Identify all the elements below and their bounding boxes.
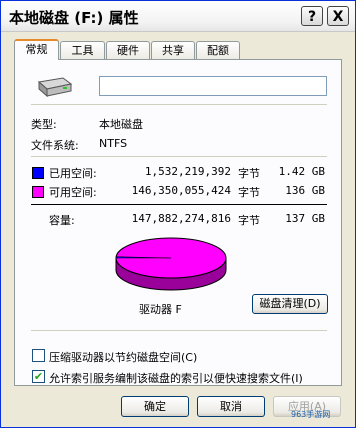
used-space-unit: 字节 <box>238 167 260 180</box>
capacity-unit: 字节 <box>238 214 260 227</box>
tab-tools[interactable]: 工具 <box>60 41 105 59</box>
free-space-bytes: 146,350,055,424 <box>131 184 231 197</box>
tab-general[interactable]: 常规 <box>14 39 59 60</box>
watermark: 963手游网 <box>291 410 331 419</box>
title-bar[interactable]: 本地磁盘 (F:) 属性 ? X <box>1 1 355 32</box>
capacity-bytes: 147,882,274,816 <box>131 212 231 225</box>
disk-cleanup-button[interactable]: 磁盘清理(D) <box>252 294 328 314</box>
used-space-bytes: 1,532,219,392 <box>144 165 231 178</box>
capacity-label: 容量: <box>49 214 75 227</box>
close-button[interactable]: X <box>327 6 349 26</box>
free-space-unit: 字节 <box>238 186 260 199</box>
check-mark-icon: ✔ <box>33 370 44 383</box>
type-value: 本地磁盘 <box>99 118 143 131</box>
drive-letter-label: 驱动器 F <box>139 303 182 316</box>
properties-window: 本地磁盘 (F:) 属性 ? X 常规 工具 硬件 共享 配额 类型: 本地磁盘… <box>0 0 356 428</box>
volume-name-input[interactable] <box>99 76 327 96</box>
disk-usage-pie <box>115 237 227 291</box>
type-label: 类型: <box>31 118 57 131</box>
divider <box>31 330 327 331</box>
compress-checkbox[interactable] <box>32 349 45 362</box>
free-space-label: 可用空间: <box>49 186 97 199</box>
filesystem-label: 文件系统: <box>31 139 79 152</box>
used-space-size: 1.42 GB <box>278 165 325 178</box>
index-checkbox[interactable]: ✔ <box>32 370 45 383</box>
tab-sharing[interactable]: 共享 <box>151 41 195 59</box>
capacity-size: 137 GB <box>285 212 325 225</box>
tab-hardware[interactable]: 硬件 <box>106 41 150 59</box>
compress-label[interactable]: 压缩驱动器以节约磁盘空间(C) <box>49 349 197 365</box>
free-space-size: 136 GB <box>285 184 325 197</box>
divider <box>31 104 327 105</box>
tab-quota[interactable]: 配额 <box>196 41 240 59</box>
ok-button[interactable]: 确定 <box>121 396 189 417</box>
help-button[interactable]: ? <box>301 6 323 26</box>
free-space-swatch <box>32 186 44 198</box>
filesystem-value: NTFS <box>99 137 128 150</box>
hard-drive-icon <box>37 77 73 98</box>
divider <box>31 156 327 157</box>
divider <box>31 204 327 205</box>
window-title: 本地磁盘 (F:) 属性 <box>9 9 139 27</box>
cancel-button[interactable]: 取消 <box>197 396 265 417</box>
used-space-swatch <box>32 167 44 179</box>
index-label[interactable]: 允许索引服务编制该磁盘的索引以便快速搜索文件(I) <box>49 370 303 386</box>
used-space-label: 已用空间: <box>49 167 97 180</box>
general-panel: 类型: 本地磁盘 文件系统: NTFS 已用空间: 1,532,219,392 … <box>14 59 342 386</box>
